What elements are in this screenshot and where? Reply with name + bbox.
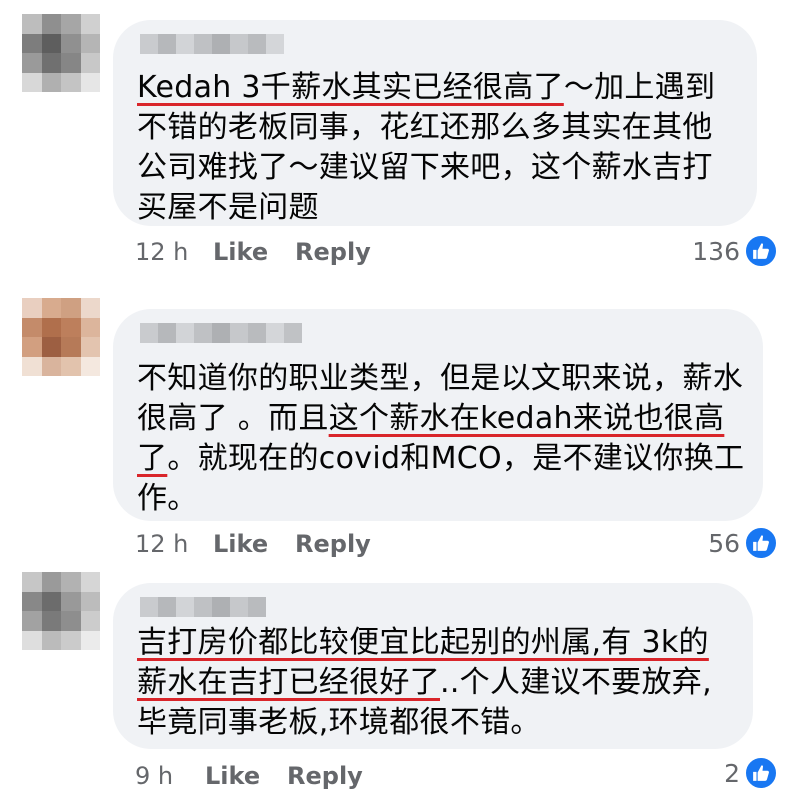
reaction-summary[interactable]: 56 [708, 525, 778, 561]
like-button[interactable]: Like [213, 237, 295, 267]
highlighted-text: Kedah 3千薪水其实已经很高了 [137, 70, 564, 105]
comment-bubble: 不知道你的职业类型，但是以文职来说，薪水很高了 。而且这个薪水在kedah来说也… [113, 309, 763, 521]
comment-text: 不知道你的职业类型，但是以文职来说，薪水很高了 。而且这个薪水在kedah来说也… [137, 359, 745, 519]
comment-text-segment: 。就现在的covid和MCO，是不建议你换工作。 [137, 441, 745, 516]
reaction-summary[interactable]: 136 [692, 233, 778, 269]
avatar[interactable] [22, 298, 100, 376]
timestamp[interactable]: 12 h [135, 529, 213, 559]
commenter-name-blurred[interactable] [140, 597, 266, 617]
comment-bubble: 吉打房价都比较便宜比起别的州属,有 3k的薪水在吉打已经很好了..个人建议不要放… [113, 583, 753, 749]
commenter-name-blurred[interactable] [140, 34, 284, 54]
thumbs-up-icon [744, 526, 778, 560]
avatar[interactable] [22, 14, 100, 92]
reaction-count: 56 [708, 528, 740, 558]
comment-text: Kedah 3千薪水其实已经很高了～加上遇到不错的老板同事，花红还那么多其实在其… [137, 68, 739, 228]
reply-button[interactable]: Reply [295, 237, 371, 267]
reply-button[interactable]: Reply [295, 529, 371, 559]
avatar[interactable] [22, 572, 100, 650]
comment-actions: 9 h Like Reply [135, 761, 363, 791]
thumbs-up-icon [744, 756, 778, 790]
reaction-count: 136 [692, 236, 740, 266]
reaction-count: 2 [724, 758, 740, 788]
thumbs-up-icon [744, 234, 778, 268]
comment-bubble: Kedah 3千薪水其实已经很高了～加上遇到不错的老板同事，花红还那么多其实在其… [113, 20, 757, 226]
comment-text: 吉打房价都比较便宜比起别的州属,有 3k的薪水在吉打已经很好了..个人建议不要放… [137, 623, 735, 743]
comment-actions: 12 h Like Reply [135, 529, 371, 559]
comment-actions: 12 h Like Reply [135, 237, 371, 267]
reply-button[interactable]: Reply [287, 761, 363, 791]
reaction-summary[interactable]: 2 [724, 755, 778, 791]
timestamp[interactable]: 12 h [135, 237, 213, 267]
timestamp[interactable]: 9 h [135, 761, 205, 791]
commenter-name-blurred[interactable] [140, 323, 302, 343]
like-button[interactable]: Like [213, 529, 295, 559]
like-button[interactable]: Like [205, 761, 287, 791]
